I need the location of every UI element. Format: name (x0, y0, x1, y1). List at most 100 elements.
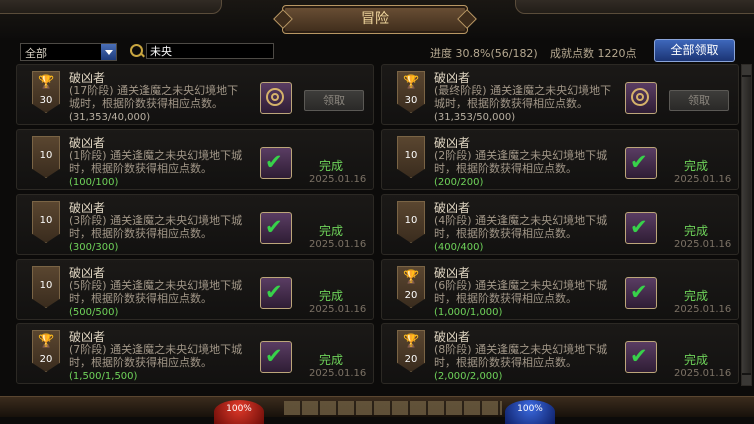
shield-points: 20 (39, 354, 53, 365)
completed-date: 2025.01.16 (309, 174, 367, 185)
trophy-icon: 🏆 (403, 75, 420, 90)
skill-hotbar[interactable] (284, 401, 502, 415)
points-shield: 🏆 30 (32, 71, 60, 113)
checkmark-icon: ✔ (265, 280, 283, 304)
achievement-desc: (8阶段) 通关逢魔之未央幻境地下城时，根据阶数获得相应点数。 (434, 343, 608, 369)
completed-date: 2025.01.16 (674, 304, 732, 315)
achievement-desc: (17阶段) 通关逢魔之未央幻境地下城时，根据阶数获得相应点数。 (69, 84, 239, 110)
category-select[interactable]: 全部 (20, 43, 117, 61)
tab-adventure[interactable]: 冒险 (282, 5, 468, 34)
points-shield: 10 (32, 266, 60, 308)
points-shield: 🏆 20 (32, 330, 60, 372)
completed-date: 2025.01.16 (674, 174, 732, 185)
completed-label: 完成 (319, 353, 344, 367)
achievement-progress: (31,353/40,000) (69, 112, 151, 123)
scroll-up-button[interactable] (742, 65, 751, 75)
points-value: 1220点 (597, 47, 637, 60)
points-stat: 成就点数 1220点 (550, 45, 637, 61)
reward-badge (260, 82, 292, 114)
achievement-progress: (500/500) (69, 307, 119, 318)
achievement-progress: (2,000/2,000) (434, 371, 503, 382)
emblem-icon (266, 88, 284, 106)
hp-orb: 100% (214, 400, 264, 424)
trophy-icon: 🏆 (38, 75, 55, 90)
achievement-progress: (1,000/1,000) (434, 307, 503, 318)
achievement-progress: (400/400) (434, 242, 484, 253)
claim-button[interactable]: 领取 (304, 90, 364, 111)
checkmark-icon: ✔ (630, 344, 648, 368)
shield-points: 30 (404, 95, 418, 106)
page-title: 冒险 (361, 11, 389, 27)
reward-badge: ✔ (625, 341, 657, 373)
chevron-down-icon[interactable] (101, 44, 116, 60)
achievement-card: 🏆 20 破凶者 (7阶段) 通关逢魔之未央幻境地下城时，根据阶数获得相应点数。 (1,… (16, 323, 374, 384)
reward-badge: ✔ (625, 277, 657, 309)
checkmark-icon: ✔ (630, 150, 648, 174)
shield-points: 10 (39, 280, 53, 291)
achievement-progress: (200/200) (434, 177, 484, 188)
emblem-icon (631, 88, 649, 106)
scroll-down-button[interactable] (742, 375, 751, 385)
shield-points: 10 (404, 215, 418, 226)
points-label: 成就点数 (550, 47, 594, 60)
tab-left[interactable] (0, 0, 222, 14)
search-input[interactable] (146, 43, 274, 59)
mp-label: 100% (517, 404, 543, 414)
reward-badge: ✔ (260, 341, 292, 373)
shield-points: 20 (404, 354, 418, 365)
achievement-desc: (3阶段) 通关逢魔之未央幻境地下城时，根据阶数获得相应点数。 (69, 214, 243, 240)
tab-right[interactable] (515, 0, 754, 14)
reward-badge: ✔ (260, 212, 292, 244)
completed-date: 2025.01.16 (309, 304, 367, 315)
achievement-card: 10 破凶者 (5阶段) 通关逢魔之未央幻境地下城时，根据阶数获得相应点数。 (500… (16, 259, 374, 320)
completed-label: 完成 (684, 353, 709, 367)
completed-date: 2025.01.16 (674, 239, 732, 250)
points-shield: 10 (397, 136, 425, 178)
progress-stat: 进度 30.8%(56/182) (430, 45, 538, 61)
completed-label: 完成 (319, 289, 344, 303)
claim-all-button[interactable]: 全部领取 (654, 39, 735, 62)
reward-badge: ✔ (260, 147, 292, 179)
completed-date: 2025.01.16 (674, 368, 732, 379)
scrollbar[interactable] (741, 64, 752, 386)
reward-badge: ✔ (625, 212, 657, 244)
achievement-desc: (6阶段) 通关逢魔之未央幻境地下城时，根据阶数获得相应点数。 (434, 279, 608, 305)
completed-label: 完成 (319, 224, 344, 238)
shield-points: 10 (39, 215, 53, 226)
achievement-desc: (1阶段) 通关逢魔之未央幻境地下城时，根据阶数获得相应点数。 (69, 149, 243, 175)
points-shield: 🏆 20 (397, 330, 425, 372)
points-shield: 10 (397, 201, 425, 243)
checkmark-icon: ✔ (630, 215, 648, 239)
checkmark-icon: ✔ (265, 344, 283, 368)
trophy-icon: 🏆 (38, 334, 55, 349)
completed-label: 完成 (684, 159, 709, 173)
achievement-progress: (100/100) (69, 177, 119, 188)
shield-points: 20 (404, 290, 418, 301)
achievement-card: 10 破凶者 (3阶段) 通关逢魔之未央幻境地下城时，根据阶数获得相应点数。 (300… (16, 194, 374, 255)
trophy-icon: 🏆 (403, 270, 420, 285)
completed-date: 2025.01.16 (309, 368, 367, 379)
achievement-progress: (300/300) (69, 242, 119, 253)
achievement-card: 🏆 30 破凶者 (最终阶段) 通关逢魔之未央幻境地下城时，根据阶数获得相应点数。 (3… (381, 64, 739, 125)
reward-badge: ✔ (625, 147, 657, 179)
hp-label: 100% (226, 404, 252, 414)
scroll-thumb[interactable] (742, 77, 751, 373)
achievement-progress: (31,353/50,000) (434, 112, 516, 123)
achievement-card: 🏆 20 破凶者 (6阶段) 通关逢魔之未央幻境地下城时，根据阶数获得相应点数。 (1,… (381, 259, 739, 320)
completed-label: 完成 (319, 159, 344, 173)
completed-date: 2025.01.16 (309, 239, 367, 250)
achievement-card: 🏆 20 破凶者 (8阶段) 通关逢魔之未央幻境地下城时，根据阶数获得相应点数。 (2,… (381, 323, 739, 384)
achievement-list: 🏆 30 破凶者 (17阶段) 通关逢魔之未央幻境地下城时，根据阶数获得相应点数。 (3… (16, 64, 739, 386)
achievement-card: 10 破凶者 (2阶段) 通关逢魔之未央幻境地下城时，根据阶数获得相应点数。 (200… (381, 129, 739, 190)
shield-points: 10 (404, 150, 418, 161)
achievement-desc: (最终阶段) 通关逢魔之未央幻境地下城时，根据阶数获得相应点数。 (434, 84, 612, 110)
achievement-card: 10 破凶者 (1阶段) 通关逢魔之未央幻境地下城时，根据阶数获得相应点数。 (100… (16, 129, 374, 190)
completed-label: 完成 (684, 224, 709, 238)
achievement-card: 🏆 30 破凶者 (17阶段) 通关逢魔之未央幻境地下城时，根据阶数获得相应点数。 (3… (16, 64, 374, 125)
claim-button[interactable]: 领取 (669, 90, 729, 111)
checkmark-icon: ✔ (630, 280, 648, 304)
achievement-progress: (1,500/1,500) (69, 371, 138, 382)
achievement-desc: (7阶段) 通关逢魔之未央幻境地下城时，根据阶数获得相应点数。 (69, 343, 243, 369)
achievement-desc: (2阶段) 通关逢魔之未央幻境地下城时，根据阶数获得相应点数。 (434, 149, 608, 175)
progress-label: 进度 (430, 47, 452, 60)
